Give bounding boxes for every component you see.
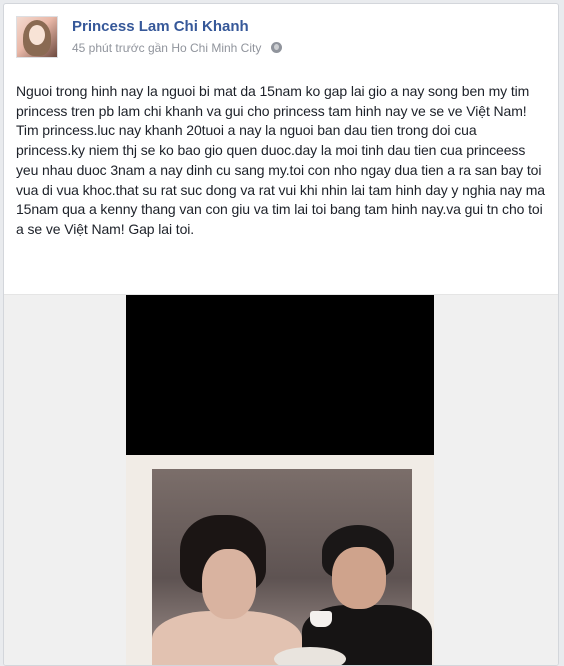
media-area	[4, 294, 558, 665]
location-prefix: gần	[147, 41, 168, 55]
author-name-link[interactable]: Princess Lam Chi Khanh	[72, 18, 249, 35]
post-card: Princess Lam Chi Khanh 45 phút trước gần…	[3, 3, 559, 666]
timestamp-link[interactable]: 45 phút trước	[72, 41, 145, 55]
post-header: Princess Lam Chi Khanh 45 phút trước gần…	[16, 16, 536, 64]
location-link[interactable]: Ho Chi Minh City	[171, 41, 261, 55]
post-meta: 45 phút trước gần Ho Chi Minh City	[72, 41, 282, 55]
photo-image	[152, 469, 432, 665]
cup	[310, 611, 332, 627]
avatar[interactable]	[16, 16, 58, 58]
post-photo[interactable]	[126, 295, 434, 665]
person-right-face	[332, 547, 386, 609]
post-text: Nguoi trong hinh nay la nguoi bi mat da …	[16, 83, 545, 237]
avatar-face	[29, 25, 45, 45]
plate	[274, 647, 346, 665]
person-left-face	[202, 549, 256, 619]
globe-icon[interactable]	[270, 42, 282, 53]
photo-print	[126, 455, 434, 665]
